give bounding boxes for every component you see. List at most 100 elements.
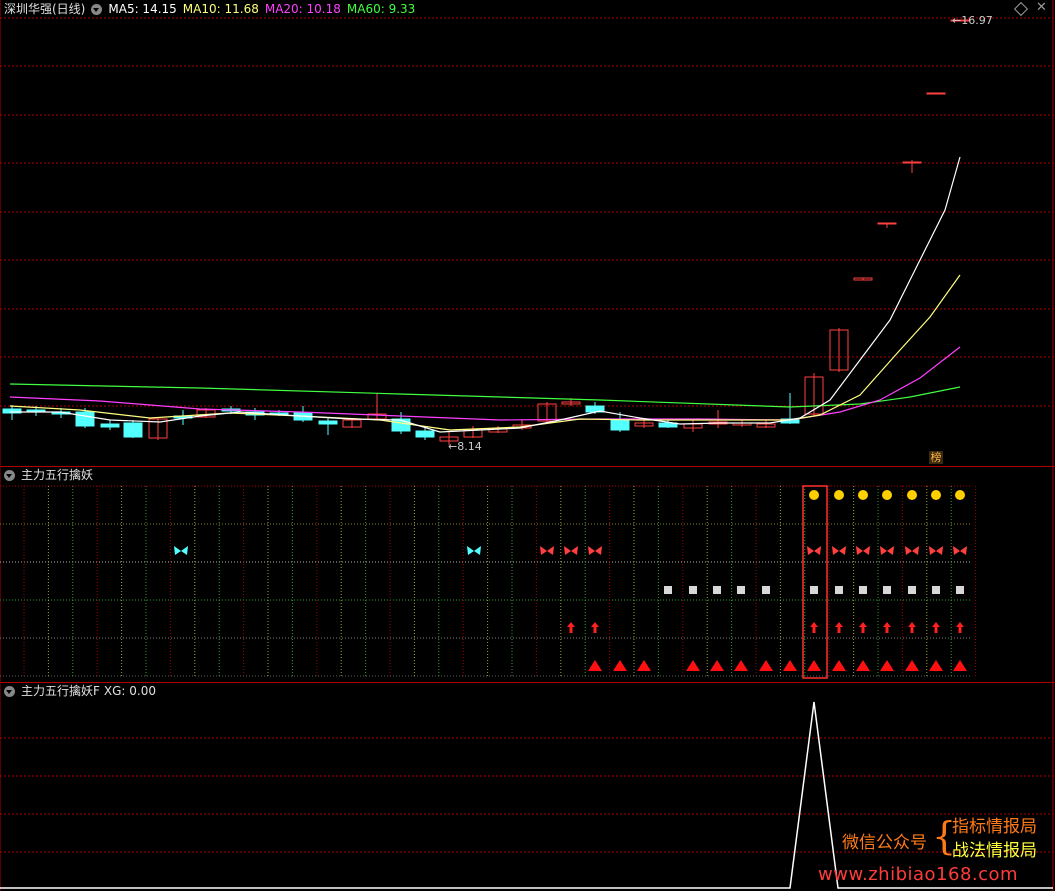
up-arrow-icon (908, 622, 916, 633)
red-triangle-icon (783, 660, 797, 671)
gray-square-icon (664, 586, 672, 594)
red-triangle-icon (686, 660, 700, 671)
ma20-line (9, 346, 961, 421)
up-arrow-icon (956, 622, 964, 633)
yellow-dot-icon (907, 490, 917, 500)
candle-body (902, 161, 922, 164)
candle-body (415, 430, 435, 438)
low-price-label: 8.14 (457, 440, 482, 453)
butterfly-icon (807, 546, 821, 555)
butterfly-icon (905, 546, 919, 555)
candle-body (318, 420, 338, 425)
ma60-label: MA60: 9.33 (346, 2, 416, 16)
up-arrow-icon (591, 622, 599, 633)
red-triangle-icon (856, 660, 870, 671)
indicator1-title: 主力五行擒妖 (21, 468, 94, 482)
gray-square-icon (883, 586, 891, 594)
ma5-line (10, 156, 961, 433)
indicator2-title: 主力五行擒妖F (21, 684, 100, 698)
indicator2-header: 主力五行擒妖F XG: 0.00 (4, 684, 162, 698)
yellow-dot-icon (834, 490, 844, 500)
xg-line (0, 701, 1053, 889)
indicator-pane-2[interactable]: 主力五行擒妖F XG: 0.00 (0, 682, 1055, 891)
candle-body (877, 222, 897, 225)
candle-body (123, 422, 143, 438)
gray-square-icon (762, 586, 770, 594)
candlestick-chart[interactable] (0, 0, 1055, 466)
red-triangle-icon (588, 660, 602, 671)
stock-name: 深圳华强(日线) (4, 2, 86, 16)
up-arrow-icon (859, 622, 867, 633)
candle-body (926, 92, 946, 95)
main-chart-pane[interactable]: 深圳华强(日线) MA5: 14.15 MA10: 11.68 MA20: 10.18… (0, 0, 1055, 466)
up-arrow-icon (932, 622, 940, 633)
indicator-pane-1[interactable]: 主力五行擒妖 (0, 466, 1055, 682)
ma10-line (9, 274, 961, 431)
signal-grid (0, 466, 1054, 682)
up-arrow-icon (810, 622, 818, 633)
arrow-left-icon: ← (448, 440, 458, 453)
arrow-left-icon: ← (952, 14, 962, 27)
candle-body (610, 419, 630, 431)
xg-value: XG: 0.00 (103, 684, 157, 698)
close-icon[interactable]: ✕ (1036, 0, 1047, 15)
butterfly-icon (832, 546, 846, 555)
ma10-label: MA10: 11.68 (182, 2, 259, 16)
up-arrow-icon (835, 622, 843, 633)
ma5-label: MA5: 14.15 (108, 2, 177, 16)
butterfly-icon (880, 546, 894, 555)
watermark-wechat: 微信公众号 (842, 833, 927, 853)
red-triangle-icon (710, 660, 724, 671)
rank-badge[interactable]: 榜 (929, 451, 943, 464)
chevron-down-icon[interactable] (4, 470, 15, 481)
watermark-line2: 战法情报局 (952, 841, 1037, 861)
low-price-marker: ←8.14 (448, 440, 482, 453)
up-arrow-icon (567, 622, 575, 633)
butterfly-icon (467, 546, 481, 555)
red-triangle-icon (880, 660, 894, 671)
candle-body (100, 423, 120, 428)
red-triangle-icon (807, 660, 821, 671)
yellow-dot-icon (882, 490, 892, 500)
yellow-dot-icon (809, 490, 819, 500)
red-triangle-icon (637, 660, 651, 671)
gray-square-icon (835, 586, 843, 594)
ma60-line (9, 383, 961, 408)
ma20-label: MA20: 10.18 (264, 2, 341, 16)
butterfly-icon (174, 546, 188, 555)
butterfly-icon (564, 546, 578, 555)
main-chart-header: 深圳华强(日线) MA5: 14.15 MA10: 11.68 MA20: 10.18… (4, 2, 421, 16)
gray-square-icon (713, 586, 721, 594)
highlight-column (802, 485, 828, 679)
red-triangle-icon (759, 660, 773, 671)
yellow-dot-icon (931, 490, 941, 500)
yellow-dot-icon (858, 490, 868, 500)
red-triangle-icon (929, 660, 943, 671)
chevron-down-icon[interactable] (4, 686, 15, 697)
xg-line-chart (0, 682, 1054, 891)
butterfly-icon (953, 546, 967, 555)
red-triangle-icon (613, 660, 627, 671)
watermark-url: www.zhibiao168.com (818, 864, 1019, 885)
butterfly-icon (856, 546, 870, 555)
gray-square-icon (689, 586, 697, 594)
indicator1-header: 主力五行擒妖 (4, 468, 99, 482)
up-arrow-icon (883, 622, 891, 633)
red-triangle-icon (734, 660, 748, 671)
gray-square-icon (810, 586, 818, 594)
watermark-line1: 指标情报局 (952, 817, 1037, 837)
butterfly-icon (540, 546, 554, 555)
red-triangle-icon (953, 660, 967, 671)
butterfly-icon (588, 546, 602, 555)
gray-square-icon (859, 586, 867, 594)
high-price-label: 16.97 (961, 14, 993, 27)
gray-square-icon (737, 586, 745, 594)
gray-square-icon (956, 586, 964, 594)
chevron-down-icon[interactable] (91, 4, 103, 15)
gray-square-icon (908, 586, 916, 594)
candle-body (75, 411, 95, 427)
high-price-marker: ←16.97 (952, 14, 993, 27)
yellow-dot-icon (955, 490, 965, 500)
red-triangle-icon (832, 660, 846, 671)
butterfly-icon (929, 546, 943, 555)
